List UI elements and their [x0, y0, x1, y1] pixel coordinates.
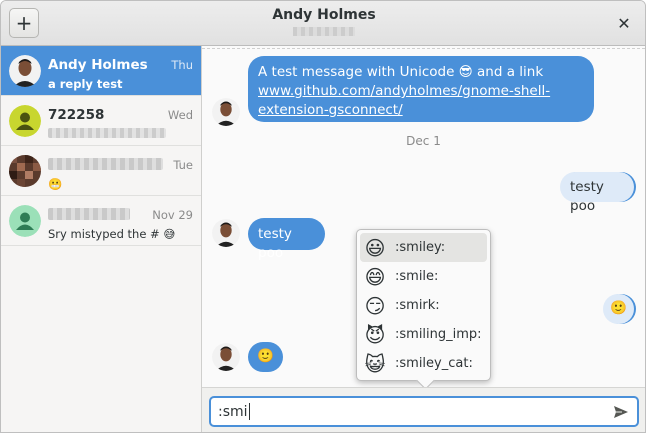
- completion-item-smiley[interactable]: 😃 :smiley:: [360, 233, 487, 262]
- conversation-item-722258[interactable]: 722258 Wed: [1, 96, 201, 146]
- completion-label: :smile:: [395, 269, 439, 284]
- sender-avatar: [212, 219, 240, 247]
- conversation-name: Andy Holmes: [48, 57, 148, 73]
- conversation-name-redacted: [48, 208, 130, 220]
- messaging-window: + Andy Holmes ✕ Andy Holmes Thu a reply …: [0, 0, 646, 433]
- conversation-item-3[interactable]: Tue 😬: [1, 146, 201, 196]
- conversation-preview: 😬: [48, 177, 63, 191]
- conversation-list: Andy Holmes Thu a reply test 722258 Wed: [1, 46, 202, 432]
- avatar: [9, 205, 41, 237]
- conversation-preview-redacted: [48, 128, 166, 138]
- completion-item-smiley-cat[interactable]: 😺 :smiley_cat:: [360, 349, 487, 378]
- date-separator: Dec 1: [406, 134, 441, 148]
- completion-item-smiling-imp[interactable]: 😈 :smiling_imp:: [360, 320, 487, 349]
- smirk-emoji-icon: 😏: [364, 293, 386, 318]
- send-button[interactable]: [613, 404, 629, 418]
- conversation-item-andy-holmes[interactable]: Andy Holmes Thu a reply test: [1, 46, 201, 96]
- message-emoji: 🙂: [610, 300, 627, 316]
- thread-top-divider: [202, 48, 645, 49]
- message-emoji: 🙂: [257, 348, 274, 364]
- sender-avatar: [212, 343, 240, 371]
- header-bar: + Andy Holmes ✕: [1, 1, 645, 46]
- completion-label: :smirk:: [395, 298, 440, 313]
- message-text: A test message with Unicode 😎 and a link: [258, 64, 544, 80]
- message-text: testy poo: [258, 226, 292, 261]
- send-icon: [614, 406, 628, 418]
- conversation-date: Nov 29: [152, 208, 193, 222]
- window-title: Andy Holmes: [272, 7, 376, 23]
- close-icon: ✕: [617, 13, 631, 33]
- conversation-preview: Sry mistyped the # 😅: [48, 227, 176, 241]
- conversation-name-redacted: [48, 158, 163, 170]
- text-cursor: [248, 403, 250, 420]
- message-input-value: :smi: [218, 403, 248, 420]
- smile-emoji-icon: 😄: [364, 264, 386, 289]
- conversation-date: Wed: [167, 108, 193, 122]
- completion-label: :smiley_cat:: [395, 356, 473, 371]
- avatar: [9, 55, 41, 87]
- outgoing-message-bubble: 🙂: [603, 294, 634, 324]
- conversation-item-4[interactable]: Nov 29 Sry mistyped the # 😅: [1, 196, 201, 246]
- conversation-name: 722258: [48, 107, 105, 123]
- incoming-message-bubble: A test message with Unicode 😎 and a link…: [248, 56, 594, 122]
- message-text: testy poo: [570, 179, 604, 214]
- sender-avatar: [212, 98, 240, 126]
- message-link[interactable]: www.github.com/andyholmes/gnome-shell-: [258, 83, 550, 99]
- conversation-date: Tue: [173, 158, 193, 172]
- avatar: [9, 105, 41, 137]
- window-subtitle-redacted: [1, 27, 645, 36]
- incoming-message-bubble: testy poo: [248, 218, 325, 261]
- close-button[interactable]: ✕: [609, 8, 639, 38]
- incoming-message-bubble: 🙂: [248, 342, 283, 372]
- completion-label: :smiley:: [395, 240, 446, 255]
- avatar-redacted: [9, 155, 41, 187]
- completion-item-smile[interactable]: 😄 :smile:: [360, 262, 487, 291]
- smiling-imp-emoji-icon: 😈: [364, 322, 386, 347]
- message-link[interactable]: extension-gsconnect/: [258, 102, 403, 118]
- smiley-cat-emoji-icon: 😺: [364, 351, 386, 376]
- message-input[interactable]: :smi: [209, 396, 639, 427]
- conversation-date: Thu: [171, 58, 193, 72]
- message-entry-bar: :smi: [202, 387, 645, 432]
- emoji-completion-popover: 😃 :smiley: 😄 :smile: 😏 :smirk: 😈 :smilin…: [356, 229, 491, 390]
- completion-label: :smiling_imp:: [395, 327, 482, 342]
- completion-item-smirk[interactable]: 😏 :smirk:: [360, 291, 487, 320]
- outgoing-message-bubble: testy poo: [560, 172, 634, 214]
- conversation-preview: a reply test: [48, 77, 123, 91]
- smiley-emoji-icon: 😃: [364, 235, 386, 260]
